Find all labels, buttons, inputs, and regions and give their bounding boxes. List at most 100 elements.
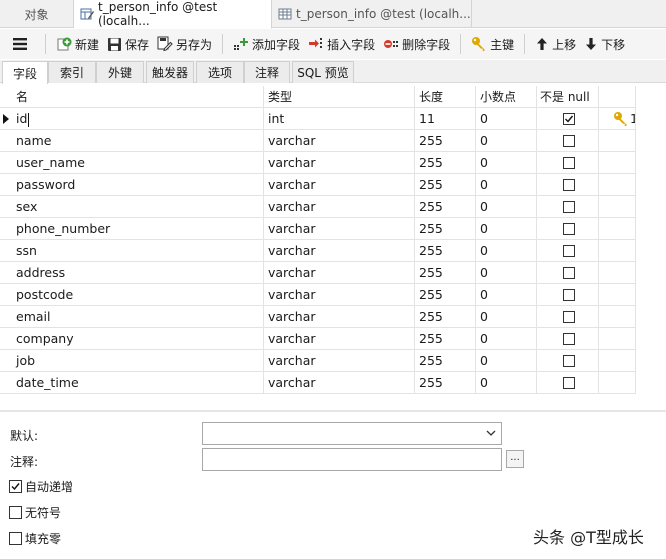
field-decimals-cell[interactable]: 0 bbox=[476, 174, 537, 196]
field-type-cell[interactable]: varchar bbox=[264, 372, 415, 394]
delete-field-button[interactable]: 删除字段 bbox=[379, 32, 454, 56]
column-header-name[interactable]: 名 bbox=[12, 86, 264, 108]
table-row[interactable]: ssn varchar 255 0 bbox=[0, 240, 636, 262]
field-type-cell[interactable]: varchar bbox=[264, 196, 415, 218]
field-type-cell[interactable]: varchar bbox=[264, 306, 415, 328]
unsigned-checkbox[interactable] bbox=[9, 506, 22, 519]
new-button[interactable]: 新建 bbox=[52, 32, 103, 56]
tab-foreign-keys[interactable]: 外键 bbox=[96, 61, 144, 83]
not-null-checkbox[interactable] bbox=[563, 223, 575, 235]
field-decimals-cell[interactable]: 0 bbox=[476, 372, 537, 394]
auto-increment-checkbox[interactable] bbox=[9, 480, 22, 493]
tab-table-data[interactable]: t_person_info @test (localh... bbox=[272, 0, 472, 28]
tab-table-design[interactable]: t_person_info @test (localh... bbox=[74, 0, 272, 29]
field-name-cell[interactable]: company bbox=[12, 328, 264, 350]
field-length-cell[interactable]: 255 bbox=[415, 262, 476, 284]
field-decimals-cell[interactable]: 0 bbox=[476, 108, 537, 130]
field-name-cell[interactable]: address bbox=[12, 262, 264, 284]
not-null-checkbox[interactable] bbox=[563, 377, 575, 389]
field-type-cell[interactable]: varchar bbox=[264, 284, 415, 306]
field-decimals-cell[interactable]: 0 bbox=[476, 130, 537, 152]
field-decimals-cell[interactable]: 0 bbox=[476, 306, 537, 328]
not-null-checkbox[interactable] bbox=[563, 157, 575, 169]
field-decimals-cell[interactable]: 0 bbox=[476, 196, 537, 218]
field-type-cell[interactable]: varchar bbox=[264, 240, 415, 262]
menu-button[interactable] bbox=[0, 32, 39, 56]
field-decimals-cell[interactable]: 0 bbox=[476, 240, 537, 262]
table-row[interactable]: phone_number varchar 255 0 bbox=[0, 218, 636, 240]
field-length-cell[interactable]: 255 bbox=[415, 350, 476, 372]
column-header-type[interactable]: 类型 bbox=[264, 86, 415, 108]
field-decimals-cell[interactable]: 0 bbox=[476, 328, 537, 350]
field-name-cell[interactable]: name bbox=[12, 130, 264, 152]
tab-triggers[interactable]: 触发器 bbox=[146, 61, 194, 83]
field-length-cell[interactable]: 255 bbox=[415, 174, 476, 196]
field-name-cell[interactable]: job bbox=[12, 350, 264, 372]
table-row[interactable]: postcode varchar 255 0 bbox=[0, 284, 636, 306]
field-name-cell[interactable]: password bbox=[12, 174, 264, 196]
unsigned-option[interactable]: 无符号 bbox=[9, 504, 61, 521]
field-length-cell[interactable]: 255 bbox=[415, 240, 476, 262]
field-length-cell[interactable]: 255 bbox=[415, 284, 476, 306]
save-button[interactable]: 保存 bbox=[103, 32, 153, 56]
field-type-cell[interactable]: varchar bbox=[264, 174, 415, 196]
field-decimals-cell[interactable]: 0 bbox=[476, 218, 537, 240]
not-null-checkbox[interactable] bbox=[563, 179, 575, 191]
tab-indexes[interactable]: 索引 bbox=[48, 61, 96, 83]
table-row[interactable]: name varchar 255 0 bbox=[0, 130, 636, 152]
not-null-checkbox[interactable] bbox=[563, 333, 575, 345]
not-null-checkbox[interactable] bbox=[563, 289, 575, 301]
field-length-cell[interactable]: 255 bbox=[415, 196, 476, 218]
field-decimals-cell[interactable]: 0 bbox=[476, 284, 537, 306]
field-length-cell[interactable]: 255 bbox=[415, 130, 476, 152]
auto-increment-option[interactable]: 自动递增 bbox=[9, 478, 73, 495]
zerofill-option[interactable]: 填充零 bbox=[9, 530, 61, 547]
field-name-cell[interactable]: phone_number bbox=[12, 218, 264, 240]
not-null-checkbox[interactable] bbox=[563, 201, 575, 213]
tab-sql-preview[interactable]: SQL 预览 bbox=[292, 61, 354, 83]
field-type-cell[interactable]: varchar bbox=[264, 350, 415, 372]
not-null-checkbox[interactable] bbox=[563, 135, 575, 147]
not-null-checkbox[interactable] bbox=[563, 245, 575, 257]
tab-fields[interactable]: 字段 bbox=[2, 61, 48, 84]
move-up-button[interactable]: 上移 bbox=[531, 32, 580, 56]
not-null-checkbox[interactable] bbox=[563, 311, 575, 323]
field-name-cell[interactable]: ssn bbox=[12, 240, 264, 262]
table-row[interactable]: company varchar 255 0 bbox=[0, 328, 636, 350]
table-row[interactable]: user_name varchar 255 0 bbox=[0, 152, 636, 174]
field-type-cell[interactable]: varchar bbox=[264, 262, 415, 284]
move-down-button[interactable]: 下移 bbox=[580, 32, 629, 56]
not-null-checkbox[interactable] bbox=[563, 267, 575, 279]
zerofill-checkbox[interactable] bbox=[9, 532, 22, 545]
insert-field-button[interactable]: 插入字段 bbox=[304, 32, 379, 56]
field-name-cell[interactable]: id bbox=[12, 108, 264, 130]
field-type-cell[interactable]: varchar bbox=[264, 328, 415, 350]
tab-options[interactable]: 选项 bbox=[196, 61, 244, 83]
field-length-cell[interactable]: 255 bbox=[415, 152, 476, 174]
field-name-cell[interactable]: sex bbox=[12, 196, 264, 218]
column-header-length[interactable]: 长度 bbox=[415, 86, 476, 108]
field-name-cell[interactable]: email bbox=[12, 306, 264, 328]
field-name-cell[interactable]: date_time bbox=[12, 372, 264, 394]
table-row[interactable]: email varchar 255 0 bbox=[0, 306, 636, 328]
table-row[interactable]: sex varchar 255 0 bbox=[0, 196, 636, 218]
table-row[interactable]: address varchar 255 0 bbox=[0, 262, 636, 284]
save-as-button[interactable]: 另存为 bbox=[153, 32, 216, 56]
comment-ellipsis-button[interactable]: ... bbox=[506, 450, 524, 468]
field-decimals-cell[interactable]: 0 bbox=[476, 350, 537, 372]
field-length-cell[interactable]: 255 bbox=[415, 328, 476, 350]
column-header-not-null[interactable]: 不是 null bbox=[537, 86, 599, 108]
add-field-button[interactable]: 添加字段 bbox=[229, 32, 304, 56]
field-length-cell[interactable]: 255 bbox=[415, 218, 476, 240]
table-row[interactable]: password varchar 255 0 bbox=[0, 174, 636, 196]
tab-objects[interactable]: 对象 bbox=[0, 0, 74, 28]
tab-comment[interactable]: 注释 bbox=[244, 61, 290, 83]
table-row[interactable]: date_time varchar 255 0 bbox=[0, 372, 636, 394]
field-decimals-cell[interactable]: 0 bbox=[476, 262, 537, 284]
default-dropdown[interactable] bbox=[202, 422, 502, 445]
field-type-cell[interactable]: varchar bbox=[264, 130, 415, 152]
field-type-cell[interactable]: varchar bbox=[264, 152, 415, 174]
field-type-cell[interactable]: int bbox=[264, 108, 415, 130]
field-name-cell[interactable]: postcode bbox=[12, 284, 264, 306]
table-row[interactable]: job varchar 255 0 bbox=[0, 350, 636, 372]
